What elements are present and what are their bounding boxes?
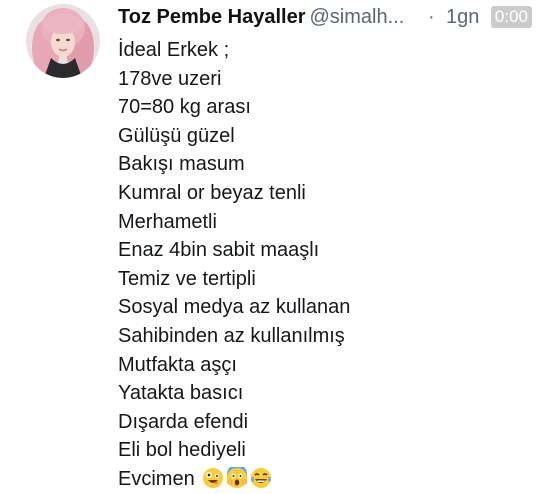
author-display-name[interactable]: Toz Pembe Hayaller — [118, 6, 305, 28]
tweet-line: 178ve uzeri — [118, 67, 222, 90]
tweet[interactable]: Toz Pembe Hayaller @simalh... · 1gn 0:00 … — [0, 0, 540, 490]
screaming-face-emoji — [226, 466, 248, 489]
profile-photo-icon — [26, 4, 100, 78]
tweet-timestamp[interactable]: 1gn — [446, 2, 479, 32]
separator-dot: · — [428, 6, 435, 28]
avatar[interactable] — [26, 4, 100, 78]
tweet-line: Enaz 4bin sabit maaşlı — [118, 239, 320, 262]
tweet-line: Mutfakta aşçı — [118, 353, 237, 376]
author-handle[interactable]: @simalh... — [309, 6, 404, 28]
tweet-text: İdeal Erkek ; 178ve uzeri 70=80 kg arası… — [118, 36, 528, 494]
tweet-line: Kumral or beyaz tenli — [118, 181, 306, 204]
tweet-line-last-text: Evcimen — [118, 467, 195, 490]
zany-face-emoji — [202, 467, 224, 489]
tweet-line: Merhametli — [118, 210, 217, 233]
tweet-line: İdeal Erkek ; — [118, 39, 230, 61]
tweet-line: Sosyal medya az kullanan — [118, 296, 351, 319]
tweet-line: Dışarda efendi — [118, 410, 249, 433]
tweet-line: Eli bol hediyeli — [118, 439, 246, 462]
tweet-line: Bakışı masum — [118, 153, 245, 176]
tweet-line: Sahibinden az kullanılmış — [118, 324, 345, 347]
video-duration-badge: 0:00 — [490, 6, 532, 28]
tweet-line-last: Evcimen — [118, 465, 528, 494]
tweet-line: Temiz ve tertipli — [118, 267, 256, 290]
tweet-line: Yatakta basıcı — [118, 382, 244, 405]
tweet-header: Toz Pembe Hayaller @simalh... · 1gn 0:00 — [118, 2, 540, 32]
tweet-line: 70=80 kg arası — [118, 96, 251, 119]
tears-of-joy-emoji — [250, 467, 272, 489]
tweet-line: Gülüşü güzel — [118, 124, 235, 147]
